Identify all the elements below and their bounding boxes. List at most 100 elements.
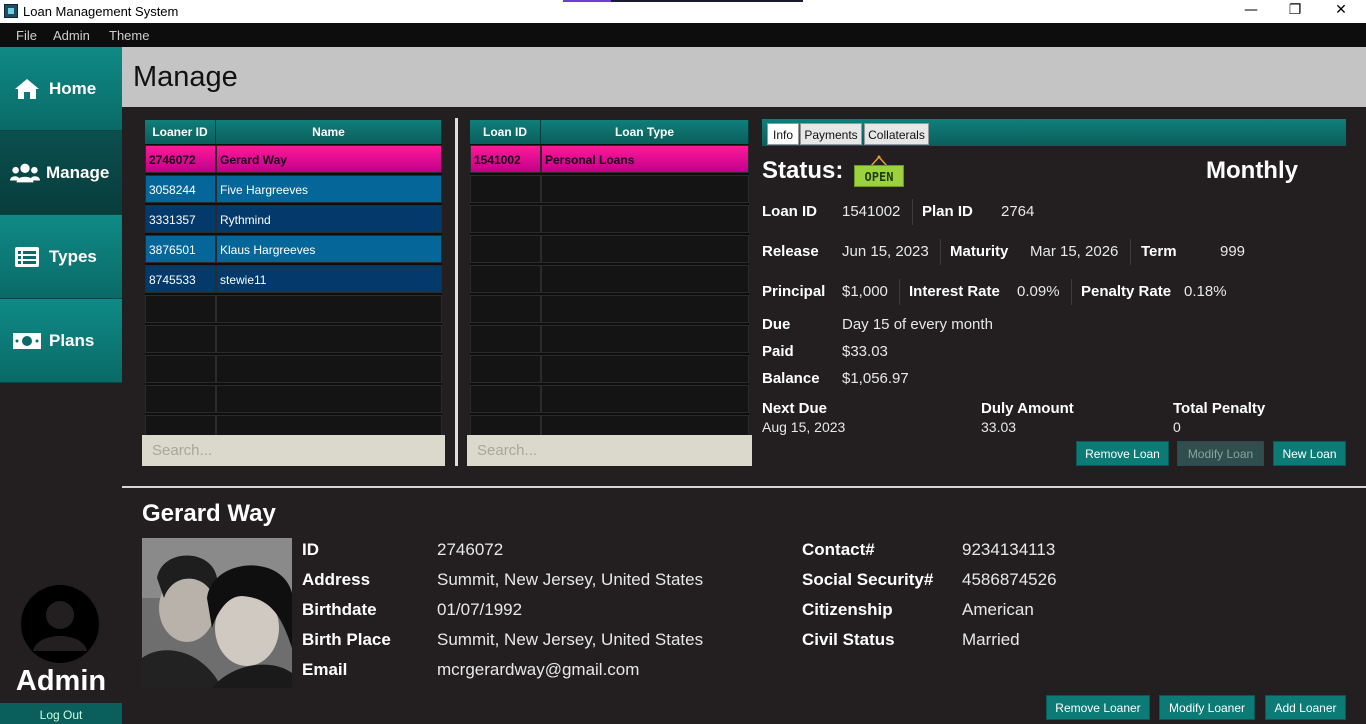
loan-cell: 1541002 [470,145,541,173]
loan-cell [470,325,541,353]
loaner-row[interactable]: 3058244 Five Hargreeves [145,175,442,203]
loan-cell [541,235,749,263]
loaner-cell: Gerard Way [216,145,442,173]
loan-cell [541,325,749,353]
page-title: Manage [133,61,238,93]
loan-cell [470,205,541,233]
loan-empty-row [470,325,749,353]
loaner-cell [145,295,216,323]
restore-button[interactable]: ❐ [1272,0,1318,23]
loan-empty-row [470,295,749,323]
tab-collaterals[interactable]: Collaterals [864,123,929,145]
loaner-cell [145,325,216,353]
citizenship-label: Citizenship [802,600,893,619]
loan-cell [470,295,541,323]
title-accent [563,0,803,2]
release-label: Release [762,243,819,260]
sidebar-item-label: Types [49,246,97,266]
paid-value: $33.03 [842,343,888,360]
interest-rate-value: 0.09% [1017,283,1060,300]
field-divider [1071,279,1072,305]
loaner-row[interactable]: 2746072 Gerard Way [145,145,442,173]
column-header-loan-id[interactable]: Loan ID [470,120,541,144]
contact-label: Contact# [802,540,875,559]
loan-cell [541,175,749,203]
sidebar-item-home[interactable]: Home [0,47,122,131]
ssn-value: 4586874526 [962,570,1057,589]
loaner-empty-row [145,295,442,323]
loaner-row[interactable]: 3331357 Rythmind [145,205,442,233]
loaner-row[interactable]: 8745533 stewie11 [145,265,442,293]
plan-id-value: 2764 [1001,203,1035,220]
loan-empty-row [470,175,749,203]
add-loaner-button[interactable]: Add Loaner [1265,695,1346,720]
users-icon [10,160,40,186]
user-label: Admin [15,665,107,697]
menu-admin[interactable]: Admin [53,28,90,43]
address-value: Summit, New Jersey, United States [437,570,704,589]
loaner-cell [216,385,442,413]
remove-loan-button[interactable]: Remove Loan [1076,441,1169,466]
loaner-cell: 3331357 [145,205,216,233]
tab-payments[interactable]: Payments [800,123,862,145]
next-due-label: Next Due [762,400,828,417]
frequency-label: Monthly [1206,157,1298,184]
loaner-cell: 3876501 [145,235,216,263]
citizenship-value: American [962,600,1034,619]
id-label: ID [302,540,319,559]
remove-loaner-button[interactable]: Remove Loaner [1046,695,1150,720]
column-header-loaner-id[interactable]: Loaner ID [145,120,216,144]
loans-table: Loan ID Loan Type 1541002 Personal Loans [470,120,749,443]
term-value: 999 [1220,243,1246,260]
tab-info[interactable]: Info [767,123,799,145]
sidebar-item-types[interactable]: Types [0,215,122,299]
logout-button[interactable]: Log Out [0,703,122,724]
window-title: Loan Management System [23,4,179,19]
loaner-empty-row [145,385,442,413]
list-icon [12,244,42,270]
loaner-cell: Klaus Hargreeves [216,235,442,263]
info-tab-bar: Info Payments Collaterals [762,119,1346,146]
horizontal-divider [122,486,1366,488]
loaner-row[interactable]: 3876501 Klaus Hargreeves [145,235,442,263]
address-label: Address [302,570,371,589]
balance-value: $1,056.97 [842,370,909,387]
loan-empty-row [470,355,749,383]
loan-empty-row [470,235,749,263]
modify-loaner-button[interactable]: Modify Loaner [1159,695,1255,720]
new-loan-button[interactable]: New Loan [1273,441,1346,466]
loan-row[interactable]: 1541002 Personal Loans [470,145,749,173]
loan-empty-row [470,205,749,233]
loaner-photo [142,538,292,688]
loan-search-input[interactable]: Search... [467,435,752,466]
minimize-button[interactable]: — [1228,0,1274,23]
loaner-cell [216,355,442,383]
sidebar-item-plans[interactable]: Plans [0,299,122,383]
loaner-cell: stewie11 [216,265,442,293]
sidebar-item-manage[interactable]: Manage [0,131,122,215]
column-header-loan-type[interactable]: Loan Type [541,120,749,144]
birthdate-value: 01/07/1992 [437,600,523,619]
loaners-table: Loaner ID Name 2746072 Gerard Way 3058244 F… [145,120,442,443]
menu-file[interactable]: File [16,28,37,43]
sidebar-item-label: Home [49,78,97,98]
due-value: Day 15 of every month [842,316,993,333]
loaner-cell [216,325,442,353]
loan-cell [541,205,749,233]
civil-status-value: Married [962,630,1020,649]
loaner-search-input[interactable]: Search... [142,435,445,466]
duly-amount-value: 33.03 [981,419,1017,435]
loan-cell [541,265,749,293]
title-bar: Loan Management System — ❐ ✕ [0,0,1366,23]
email-label: Email [302,660,348,679]
close-button[interactable]: ✕ [1318,0,1364,23]
loan-cell [541,385,749,413]
due-label: Due [762,316,791,333]
modify-loan-button[interactable]: Modify Loan [1177,441,1264,466]
menu-theme[interactable]: Theme [109,28,149,43]
loan-cell [541,295,749,323]
field-divider [899,279,900,305]
loan-cell [541,355,749,383]
column-header-name[interactable]: Name [216,120,442,144]
loan-cell [470,265,541,293]
